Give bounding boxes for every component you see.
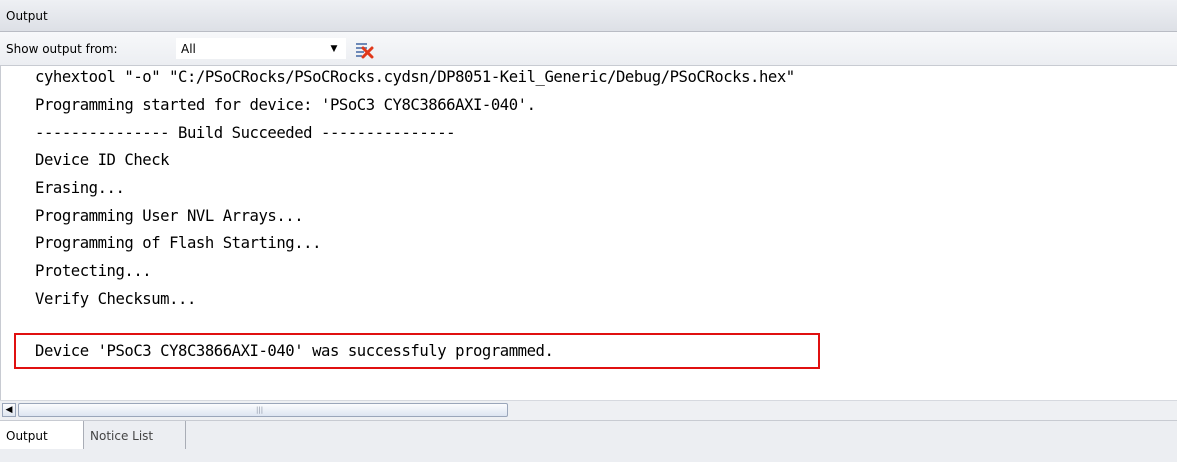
output-line: Programming User NVL Arrays... xyxy=(35,207,304,225)
panel-title: Output xyxy=(6,9,48,23)
success-highlight-box xyxy=(14,333,820,369)
horizontal-scrollbar[interactable]: ◀ ||| xyxy=(0,400,1177,420)
scrollbar-thumb[interactable]: ||| xyxy=(18,403,508,417)
output-line: Programming started for device: 'PSoC3 C… xyxy=(35,96,536,114)
output-line: Programming of Flash Starting... xyxy=(35,234,322,252)
output-source-dropdown[interactable]: All ▼ xyxy=(176,38,346,59)
grip-icon: ||| xyxy=(256,406,264,414)
chevron-down-icon[interactable]: ▼ xyxy=(324,41,344,58)
output-line: Erasing... xyxy=(35,179,125,197)
show-output-from-label: Show output from: xyxy=(6,42,118,56)
output-toolbar: Show output from: All ▼ xyxy=(0,32,1177,66)
scroll-left-arrow-icon[interactable]: ◀ xyxy=(2,403,16,417)
output-line: Device ID Check xyxy=(35,151,170,169)
tab-notice-list[interactable]: Notice List xyxy=(84,421,186,449)
tab-output[interactable]: Output xyxy=(0,421,84,449)
output-line: Verify Checksum... xyxy=(35,290,196,308)
bottom-tab-strip: Output Notice List xyxy=(0,420,1177,462)
output-source-value: All xyxy=(181,42,196,56)
output-line: Protecting... xyxy=(35,262,152,280)
output-line: cyhextool "-o" "C:/PSoCRocks/PSoCRocks.c… xyxy=(35,68,795,86)
clear-all-button[interactable] xyxy=(354,39,374,59)
output-text-area[interactable]: cyhextool "-o" "C:/PSoCRocks/PSoCRocks.c… xyxy=(0,66,1177,400)
output-line: --------------- Build Succeeded --------… xyxy=(35,124,456,142)
output-panel-titlebar: Output xyxy=(0,0,1177,32)
clear-all-icon xyxy=(356,43,374,59)
